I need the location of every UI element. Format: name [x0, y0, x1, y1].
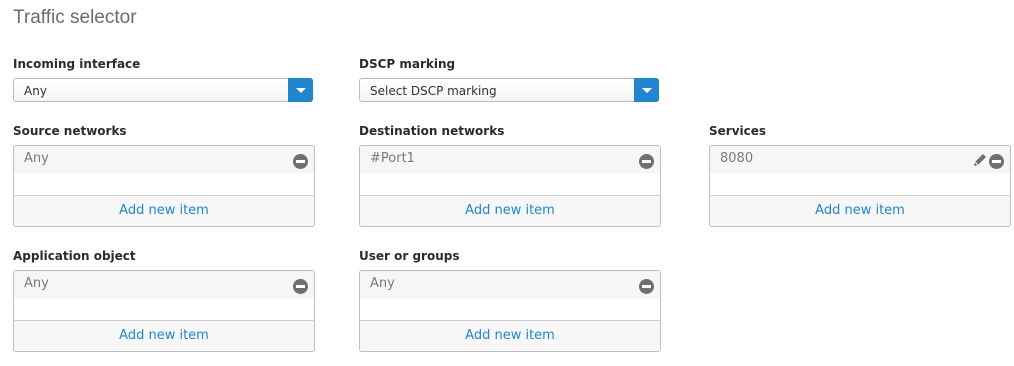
source-networks-list: Any Add new item [13, 145, 315, 227]
remove-icon[interactable] [639, 279, 654, 294]
list-footer: Add new item [710, 195, 1010, 226]
incoming-interface-select[interactable]: Any [13, 78, 313, 102]
section-title: Traffic selector [13, 7, 137, 28]
user-or-groups-label: User or groups [359, 249, 460, 263]
remove-icon[interactable] [293, 279, 308, 294]
list-item-label: Any [24, 276, 49, 291]
source-networks-label: Source networks [13, 124, 127, 138]
dscp-marking-value: Select DSCP marking [370, 84, 497, 98]
list-item: Any [360, 271, 660, 298]
remove-icon[interactable] [639, 154, 654, 169]
incoming-interface-label: Incoming interface [13, 57, 141, 71]
add-new-item-link[interactable]: Add new item [465, 203, 555, 218]
add-new-item-link[interactable]: Add new item [119, 203, 209, 218]
services-list: 8080 Add new item [709, 145, 1011, 227]
add-new-item-link[interactable]: Add new item [465, 328, 555, 343]
dscp-marking-select[interactable]: Select DSCP marking [359, 78, 659, 102]
list-footer: Add new item [14, 195, 314, 226]
list-footer: Add new item [360, 195, 660, 226]
list-item: 8080 [710, 146, 1010, 173]
list-item: Any [14, 146, 314, 173]
services-label: Services [709, 124, 767, 138]
edit-pencil-icon[interactable] [972, 152, 988, 168]
destination-networks-list: #Port1 Add new item [359, 145, 661, 227]
chevron-down-icon[interactable] [634, 78, 659, 102]
dscp-marking-label: DSCP marking [359, 57, 456, 71]
list-item-label: Any [24, 151, 49, 166]
incoming-interface-value: Any [24, 84, 47, 98]
list-footer: Add new item [360, 320, 660, 351]
list-item: #Port1 [360, 146, 660, 173]
add-new-item-link[interactable]: Add new item [119, 328, 209, 343]
remove-icon[interactable] [989, 154, 1004, 169]
remove-icon[interactable] [293, 154, 308, 169]
destination-networks-label: Destination networks [359, 124, 505, 138]
list-item: Any [14, 271, 314, 298]
list-item-label: 8080 [720, 151, 754, 166]
add-new-item-link[interactable]: Add new item [815, 203, 905, 218]
application-object-label: Application object [13, 249, 136, 263]
application-object-list: Any Add new item [13, 270, 315, 352]
list-footer: Add new item [14, 320, 314, 351]
user-or-groups-list: Any Add new item [359, 270, 661, 352]
chevron-down-icon[interactable] [288, 78, 313, 102]
list-item-label: Any [370, 276, 395, 291]
list-item-label: #Port1 [370, 151, 415, 166]
